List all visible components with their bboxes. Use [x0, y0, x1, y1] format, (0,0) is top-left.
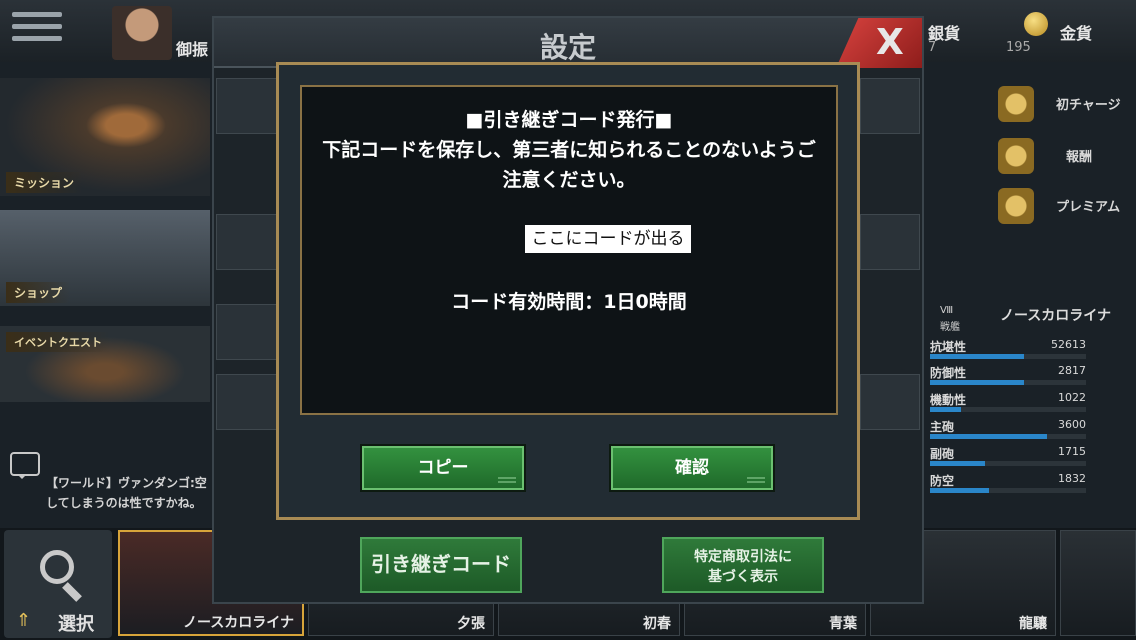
reward-label: 報酬: [1066, 150, 1093, 165]
silver-value: 7: [928, 40, 937, 55]
chat-message-line: 【ワールド】ヴァンダンゴ:空: [46, 476, 207, 490]
dialog-message: 下記コードを保存し、第三者に知られることのないようご: [322, 139, 816, 161]
takeover-code-button[interactable]: 引き継ぎコード: [360, 537, 522, 593]
stat-row: 防空 1832: [930, 472, 1086, 498]
gold-coin-icon: [1024, 12, 1048, 36]
ship-class: 戦艦: [940, 322, 960, 333]
stat-bar-fill: [930, 407, 962, 412]
ship-card-name: 龍驤: [1019, 616, 1047, 632]
settings-row[interactable]: [860, 374, 920, 430]
shop-panel[interactable]: ショップ: [0, 210, 210, 306]
player-title-label: 御振: [176, 40, 209, 59]
stat-value: 1832: [1058, 472, 1086, 485]
search-icon-handle: [62, 582, 82, 602]
select-label: 選択: [58, 614, 94, 635]
stat-bar-fill: [930, 380, 1024, 385]
settings-row[interactable]: [216, 214, 280, 270]
settings-title: 設定: [539, 31, 596, 64]
code-validity: コード有効時間：1日0時間: [451, 291, 687, 313]
ship-card-name: 夕張: [457, 616, 485, 632]
stat-row: 抗堪性 52613: [930, 338, 1086, 364]
ship-card-name: 青葉: [829, 616, 857, 632]
stat-row: 防御性 2817: [930, 364, 1086, 390]
stat-name: 主砲: [930, 420, 955, 434]
stat-name: 防御性: [930, 366, 967, 380]
settings-row[interactable]: [216, 374, 280, 430]
shop-label: ショップ: [6, 282, 71, 303]
code-field[interactable]: ここにコードが出る: [525, 225, 691, 253]
first-charge-label: 初チャージ: [1056, 98, 1121, 113]
ship-card[interactable]: [1060, 530, 1136, 636]
settings-row[interactable]: [216, 304, 280, 360]
stat-bar: [930, 434, 1086, 439]
settings-row[interactable]: [860, 214, 920, 270]
legal-notice-line: 特定商取引法に: [694, 549, 792, 565]
menu-icon[interactable]: [12, 12, 62, 48]
legal-notice-button[interactable]: 特定商取引法に 基づく表示: [662, 537, 824, 593]
stat-name: 機動性: [930, 393, 967, 407]
settings-header: 設定 X: [214, 18, 922, 68]
chat-icon[interactable]: [10, 452, 40, 479]
stat-bar: [930, 407, 1086, 412]
stat-value: 3600: [1058, 418, 1086, 431]
stat-bar-fill: [930, 354, 1024, 359]
ship-card-name: 初春: [643, 616, 671, 632]
stat-name: 副砲: [930, 447, 955, 461]
medal-icon: [998, 138, 1034, 174]
stat-row: 機動性 1022: [930, 391, 1086, 417]
stat-bar-fill: [930, 434, 1047, 439]
stat-bar: [930, 488, 1086, 493]
event-label: イベントクエスト: [6, 332, 110, 352]
legal-notice-line: 基づく表示: [708, 569, 778, 585]
ship-name: ノースカロライナ: [1000, 308, 1112, 324]
dialog-message: 注意ください。: [502, 169, 636, 191]
copy-button[interactable]: コピー: [362, 446, 524, 490]
close-icon: X: [876, 22, 904, 63]
stat-value: 1715: [1058, 445, 1086, 458]
event-panel[interactable]: イベントクエスト: [0, 326, 210, 402]
gold-label: 金貨: [1060, 24, 1093, 43]
stat-row: 主砲 3600: [930, 418, 1086, 444]
stat-bar-fill: [930, 488, 990, 493]
stat-name: 抗堪性: [930, 340, 967, 354]
first-charge-button[interactable]: 初チャージ: [994, 84, 1136, 124]
reward-button[interactable]: 報酬: [994, 136, 1136, 176]
chat-message-line: してしまうのは性ですかね。: [46, 496, 202, 510]
premium-label: プレミアム: [1056, 200, 1121, 215]
mission-label: ミッション: [6, 172, 83, 193]
gold-value: 195: [1006, 40, 1031, 55]
stat-value: 52613: [1051, 338, 1086, 351]
premium-icon: [998, 188, 1034, 224]
settings-row[interactable]: [216, 78, 280, 134]
stat-value: 1022: [1058, 391, 1086, 404]
search-icon: [40, 550, 74, 584]
ship-tier-badge: Ⅷ: [940, 305, 954, 316]
mission-panel[interactable]: ミッション: [0, 78, 210, 196]
stat-bar: [930, 461, 1086, 466]
stat-bar: [930, 380, 1086, 385]
stat-value: 2817: [1058, 364, 1086, 377]
select-button[interactable]: ⇑ 選択: [4, 530, 112, 638]
settings-row[interactable]: [860, 78, 920, 134]
stat-bar: [930, 354, 1086, 359]
chest-icon: [998, 86, 1034, 122]
dialog-heading: ■引き継ぎコード発行■: [465, 109, 673, 131]
stat-bar-fill: [930, 461, 985, 466]
stat-name: 防空: [930, 474, 955, 488]
premium-button[interactable]: プレミアム: [994, 186, 1136, 226]
ship-card-name: ノースカロライナ: [182, 615, 294, 631]
dialog-message-panel: ■引き継ぎコード発行■ 下記コードを保存し、第三者に知られることのないようご 注…: [300, 85, 838, 415]
takeover-code-dialog: ■引き継ぎコード発行■ 下記コードを保存し、第三者に知られることのないようご 注…: [276, 62, 860, 520]
stat-row: 副砲 1715: [930, 445, 1086, 471]
double-chevron-up-icon: ⇑: [16, 610, 32, 631]
avatar[interactable]: [112, 6, 172, 60]
confirm-button[interactable]: 確認: [611, 446, 773, 490]
